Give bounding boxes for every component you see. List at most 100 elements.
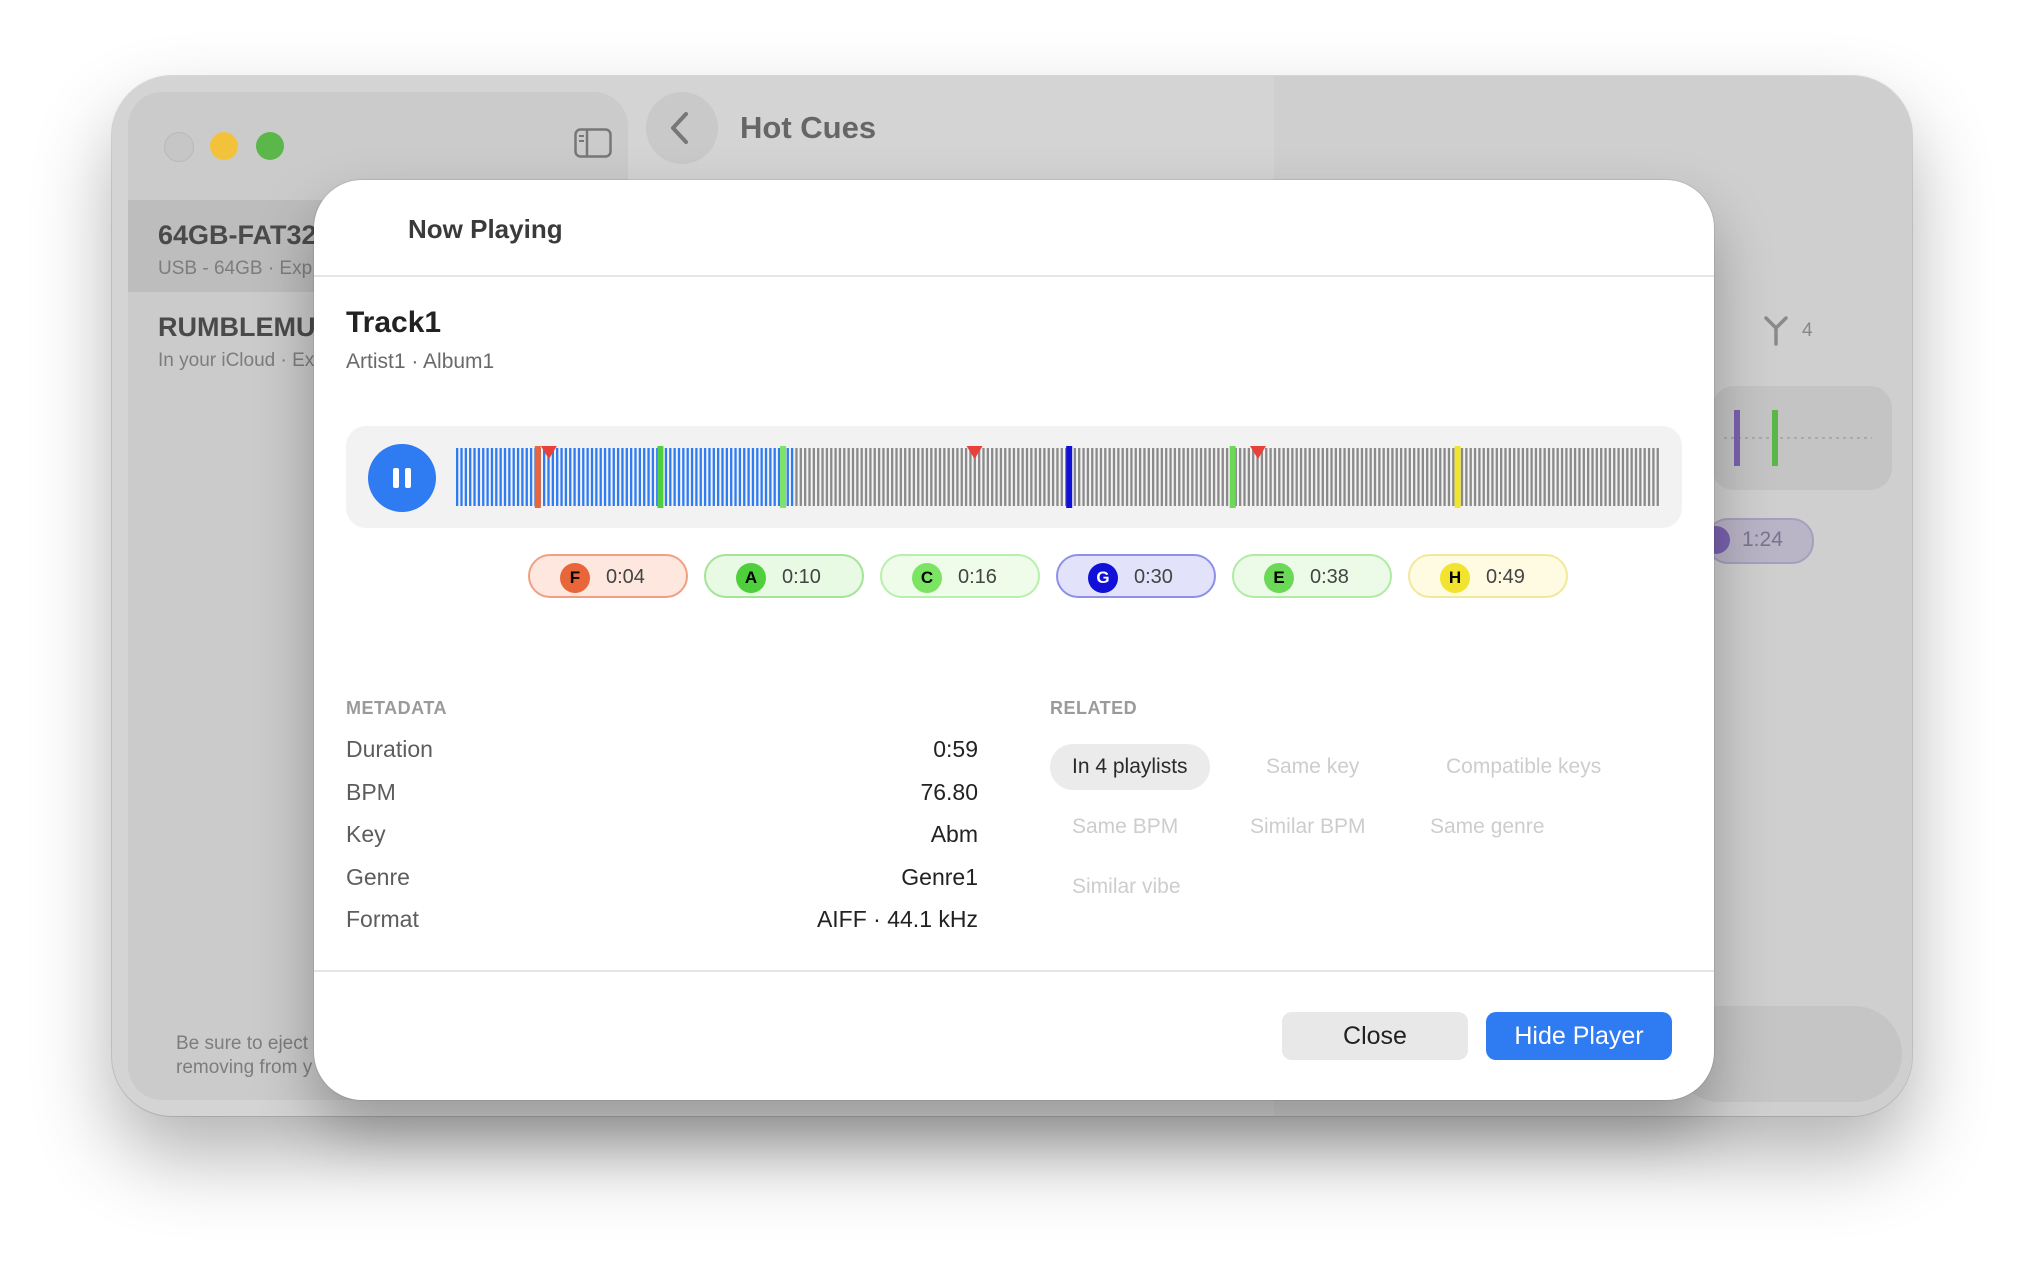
filter-count: 4 — [1802, 320, 1813, 341]
eject-note-line: removing from y — [176, 1057, 313, 1078]
waveform-bar — [1334, 448, 1337, 506]
waveform-bar — [1095, 448, 1098, 506]
waveform-bar — [699, 448, 702, 506]
close-button[interactable]: Close — [1282, 1012, 1468, 1060]
metadata-row: Genre Genre1 — [346, 864, 978, 904]
waveform-bar — [838, 448, 842, 506]
waveform-bar — [1534, 448, 1538, 506]
waveform-bar — [1099, 448, 1103, 506]
metadata-value: 0:59 — [933, 736, 978, 762]
waveform-bar — [1021, 448, 1024, 506]
waveform-bar — [864, 448, 868, 506]
waveform-bar — [1508, 448, 1511, 506]
waveform-bar — [1347, 448, 1351, 506]
related-filter-chip[interactable]: Similar vibe — [1050, 864, 1203, 910]
waveform-bar — [873, 448, 876, 506]
hot-cue-button[interactable]: C 0:16 — [880, 554, 1040, 598]
waveform-bar — [690, 448, 694, 506]
back-button[interactable] — [646, 92, 718, 164]
related-filter-chip[interactable]: In 4 playlists — [1050, 744, 1210, 790]
waveform-bar — [1373, 448, 1377, 506]
waveform-bar — [795, 448, 798, 506]
waveform-bar — [1047, 448, 1050, 506]
related-filter-chip[interactable]: Same key — [1244, 744, 1381, 790]
metadata-label: METADATA — [346, 698, 447, 718]
waveform-bar — [1204, 448, 1207, 506]
waveform-bar — [1269, 448, 1272, 506]
waveform-bar — [1369, 448, 1372, 506]
related-filter-chip[interactable]: Compatible keys — [1424, 744, 1623, 790]
sidebar-toggle-icon[interactable] — [574, 128, 612, 158]
waveform-bar — [1212, 448, 1216, 506]
waveform-bar — [843, 448, 846, 506]
hide-player-button[interactable]: Hide Player — [1486, 1012, 1672, 1060]
waveform-bar — [599, 448, 602, 506]
waveform-bar — [1343, 448, 1346, 506]
cue-marker — [780, 446, 787, 508]
cue-letter-badge: G — [1088, 563, 1118, 593]
metadata-value: AIFF · 44.1 kHz — [816, 906, 978, 932]
pause-button[interactable] — [368, 444, 436, 512]
metadata-key: Genre — [346, 863, 410, 890]
waveform-bar — [551, 448, 554, 506]
waveform-bar — [1217, 448, 1220, 506]
waveform-bar — [1443, 448, 1446, 506]
waveform-bar — [664, 448, 668, 506]
waveform-bar — [930, 448, 933, 506]
waveform-bar — [1582, 448, 1585, 506]
waveform-bar — [1617, 448, 1620, 506]
related-filter-chip[interactable]: Same genre — [1408, 804, 1566, 850]
waveform-bar — [616, 448, 620, 506]
waveform-bar — [1191, 448, 1194, 506]
related-filter-chip[interactable]: Same BPM — [1050, 804, 1200, 850]
hot-cue-button[interactable]: E 0:38 — [1232, 554, 1392, 598]
waveform-bar — [464, 448, 467, 506]
cue-time: 0:04 — [606, 566, 645, 588]
cue-letter-badge: A — [736, 563, 766, 593]
window-minimize-button[interactable] — [210, 132, 238, 160]
waveform-bar — [982, 448, 985, 506]
waveform-bar — [730, 448, 733, 506]
waveform-bar — [1182, 448, 1185, 506]
waveform-bar — [1225, 448, 1229, 506]
waveform-bar — [821, 448, 824, 506]
waveform-bar — [751, 448, 755, 506]
window-zoom-button[interactable] — [256, 132, 284, 160]
waveform-bar — [938, 448, 942, 506]
waveform-bar — [499, 448, 502, 506]
waveform-bar — [1656, 448, 1659, 506]
waveform-bar — [1365, 448, 1368, 506]
waveform-bar — [1360, 448, 1364, 506]
waveform-scrubber[interactable] — [456, 446, 1662, 508]
waveform-bar — [1156, 448, 1159, 506]
track-subtitle: Artist1 · Album1 — [346, 350, 495, 373]
waveform-bar — [1326, 448, 1329, 506]
waveform-bar — [708, 448, 711, 506]
waveform-bar — [1417, 448, 1420, 506]
waveform-bar — [886, 448, 889, 506]
waveform-bar — [490, 448, 494, 506]
waveform-bar — [473, 448, 476, 506]
waveform-bar — [877, 448, 881, 506]
waveform-bar — [1078, 448, 1081, 506]
waveform-bar — [986, 448, 989, 506]
cue-marker — [1454, 446, 1461, 508]
waveform-bar — [1295, 448, 1298, 506]
hot-cue-button[interactable]: H 0:49 — [1408, 554, 1568, 598]
waveform-bar — [891, 448, 894, 506]
hot-cue-button[interactable]: F 0:04 — [528, 554, 688, 598]
waveform-bar — [1565, 448, 1568, 506]
waveform-bar — [1521, 448, 1525, 506]
waveform-bar — [769, 448, 772, 506]
filter-icon[interactable] — [1762, 314, 1822, 348]
related-filter-chip[interactable]: Similar BPM — [1228, 804, 1388, 850]
hot-cue-button[interactable]: G 0:30 — [1056, 554, 1216, 598]
window-close-button[interactable] — [164, 132, 194, 162]
footer-divider — [314, 970, 1714, 972]
waveform-bar — [1082, 448, 1085, 506]
waveform-bar — [516, 448, 520, 506]
waveform-bar — [917, 448, 920, 506]
hot-cue-button[interactable]: A 0:10 — [704, 554, 864, 598]
waveform-bar — [921, 448, 924, 506]
cue-time: 0:49 — [1486, 566, 1525, 588]
